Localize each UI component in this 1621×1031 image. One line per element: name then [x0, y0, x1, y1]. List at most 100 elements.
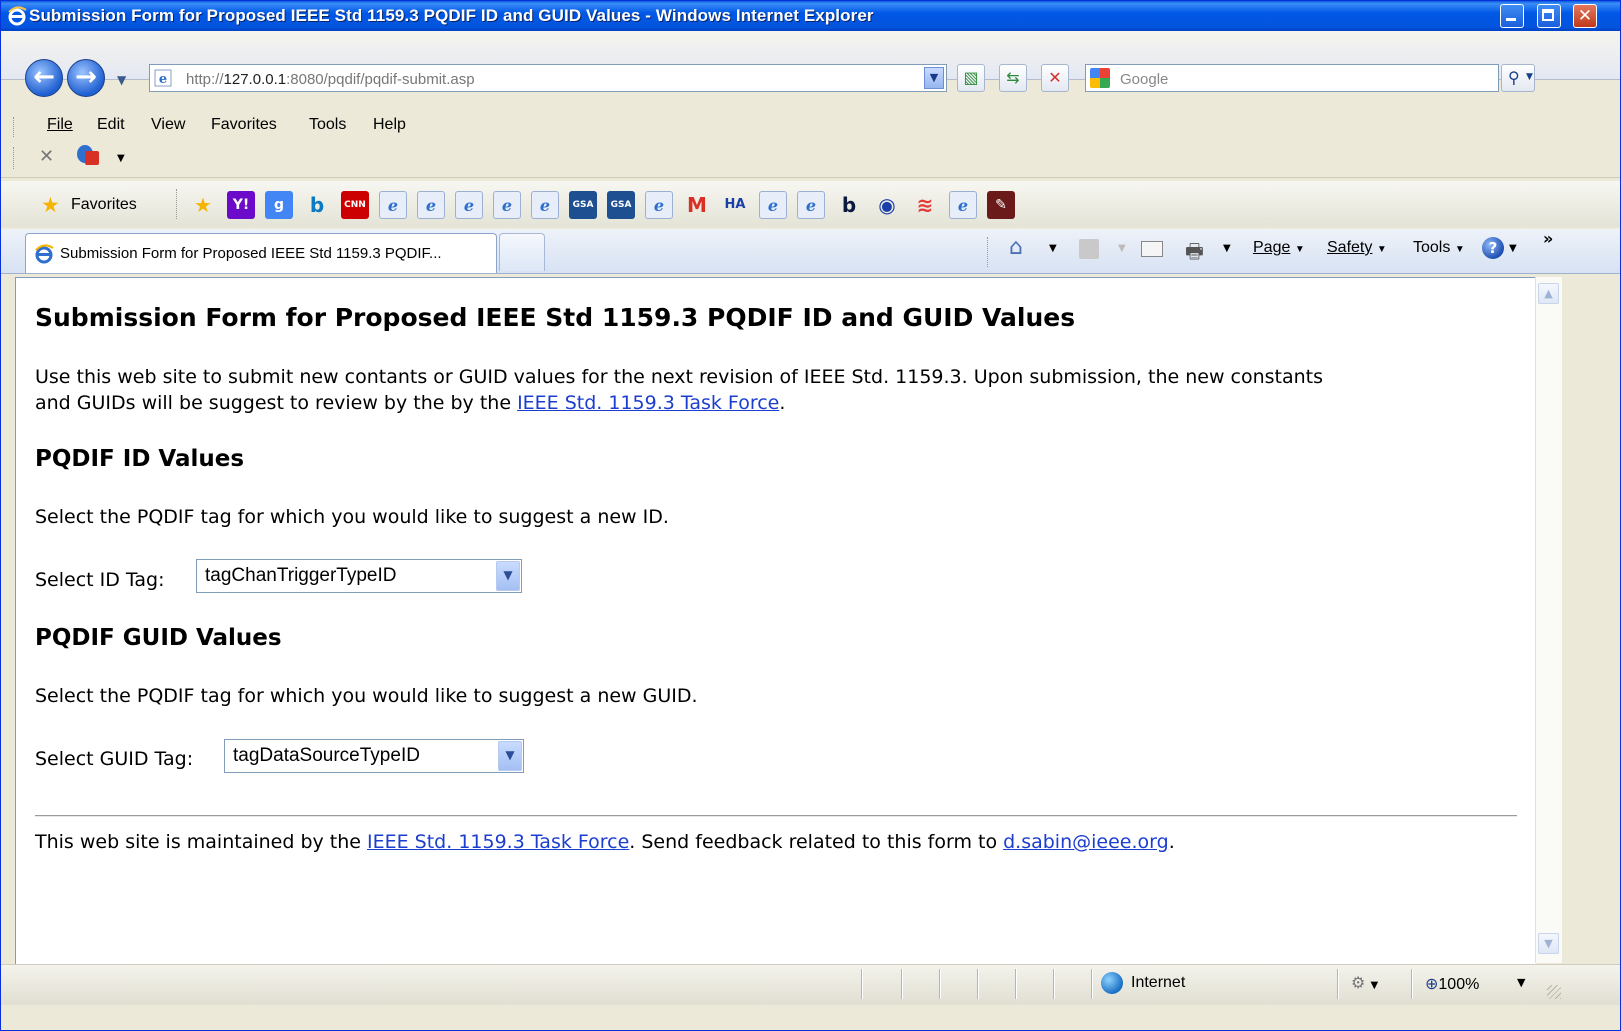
toolbar-grip[interactable]: [987, 237, 988, 267]
browser-window: Submission Form for Proposed IEEE Std 11…: [0, 0, 1621, 1031]
chevron-down-icon[interactable]: ▼: [1517, 976, 1525, 989]
menu-favorites[interactable]: Favorites: [211, 116, 277, 134]
ie-page-icon[interactable]: e: [417, 191, 445, 219]
gmail-icon[interactable]: M: [683, 191, 711, 219]
guid-tag-select[interactable]: tagDataSourceTypeID ▼: [224, 739, 524, 773]
scroll-up-button[interactable]: ▲: [1538, 283, 1559, 304]
print-icon[interactable]: 🖶: [1185, 237, 1204, 271]
chevron-down-icon[interactable]: ▼: [1509, 243, 1517, 254]
home-icon[interactable]: ⌂: [1009, 235, 1023, 260]
recent-pages-dropdown[interactable]: ▼: [117, 73, 126, 87]
close-toolbar-icon[interactable]: ✕: [39, 146, 54, 167]
protected-mode-icon[interactable]: ⚙ ▼: [1351, 973, 1378, 992]
tab-current[interactable]: Submission Form for Proposed IEEE Std 11…: [25, 233, 497, 273]
chevron-down-icon[interactable]: ▼: [496, 561, 520, 591]
id-tag-select[interactable]: tagChanTriggerTypeID ▼: [196, 559, 522, 593]
stop-button[interactable]: ✕: [1041, 64, 1069, 92]
page-menu-label: Page: [1253, 239, 1291, 256]
tools-menu-label: Tools: [1413, 239, 1451, 256]
ha-icon[interactable]: HA: [721, 191, 749, 219]
read-mail-icon[interactable]: [1141, 241, 1163, 257]
ie-page-icon[interactable]: e: [531, 191, 559, 219]
feedback-email-link[interactable]: d.sabin@ieee.org: [1003, 831, 1169, 853]
menu-favorites-label: Favorites: [211, 116, 277, 133]
title-bar[interactable]: Submission Form for Proposed IEEE Std 11…: [1, 1, 1620, 31]
toolbar-overflow-icon[interactable]: »: [1543, 229, 1553, 248]
chevron-down-icon[interactable]: ▼: [498, 741, 522, 771]
signal-icon[interactable]: ≋: [911, 191, 939, 219]
tab-title: Submission Form for Proposed IEEE Std 11…: [60, 245, 442, 262]
chevron-down-icon[interactable]: ▼: [117, 153, 125, 164]
globe-icon[interactable]: ◉: [873, 191, 901, 219]
maximize-icon: [1542, 9, 1554, 21]
menu-edit-label: Edit: [97, 116, 125, 133]
ie-page-icon[interactable]: e: [455, 191, 483, 219]
security-zone[interactable]: Internet: [1131, 974, 1185, 992]
chevron-down-icon[interactable]: ▼: [1223, 243, 1231, 254]
new-tab-button[interactable]: [499, 233, 545, 271]
vertical-scrollbar[interactable]: ▲ ▼: [1535, 277, 1562, 963]
status-separator: [1053, 969, 1055, 999]
refresh-button[interactable]: ⇆: [999, 64, 1027, 92]
ie-logo-icon: [8, 6, 27, 26]
search-box[interactable]: Google: [1085, 64, 1499, 92]
page-menu[interactable]: Page ▼: [1253, 239, 1305, 257]
task-force-link[interactable]: IEEE Std. 1159.3 Task Force: [517, 392, 779, 414]
menu-view[interactable]: View: [151, 116, 185, 134]
footer-text: This web site is maintained by the IEEE …: [35, 829, 1175, 855]
ie-page-icon[interactable]: e: [493, 191, 521, 219]
pdf-convert-icon[interactable]: [75, 143, 101, 167]
minimize-button[interactable]: [1500, 4, 1524, 28]
google-icon: [1090, 68, 1110, 88]
ie-page-icon[interactable]: e: [949, 191, 977, 219]
bookmark-red-icon[interactable]: ✎: [987, 191, 1015, 219]
b-circle-icon[interactable]: b: [835, 191, 863, 219]
add-favorite-icon[interactable]: ★: [189, 191, 217, 219]
favorites-button[interactable]: Favorites: [71, 196, 137, 214]
maximize-button[interactable]: [1537, 4, 1561, 28]
forward-button[interactable]: →: [67, 59, 105, 97]
ie-page-icon[interactable]: e: [645, 191, 673, 219]
help-icon[interactable]: ?: [1482, 237, 1504, 259]
toolbar-grip[interactable]: [13, 117, 17, 137]
yahoo-icon[interactable]: Y!: [227, 191, 255, 219]
address-url[interactable]: http://127.0.0.1:8080/pqdif/pqdif-submit…: [186, 71, 475, 88]
search-button[interactable]: ⚲ ▼: [1501, 64, 1535, 92]
safety-menu[interactable]: Safety ▼: [1327, 239, 1387, 257]
address-bar[interactable]: e http://127.0.0.1:8080/pqdif/pqdif-subm…: [149, 64, 947, 92]
menu-file[interactable]: File: [47, 116, 73, 134]
menu-help[interactable]: Help: [373, 116, 406, 134]
id-select-label: Select ID Tag:: [35, 569, 165, 591]
chevron-down-icon[interactable]: ▼: [1049, 243, 1057, 254]
close-window-button[interactable]: ✕: [1573, 4, 1597, 28]
menu-tools[interactable]: Tools: [309, 116, 346, 134]
compatibility-view-button[interactable]: ▧: [957, 64, 985, 92]
favorites-star-icon[interactable]: ★: [41, 194, 63, 216]
menu-file-label: File: [47, 116, 73, 133]
ie-page-icon[interactable]: e: [379, 191, 407, 219]
feeds-icon[interactable]: [1079, 239, 1099, 259]
addon-toolbar: [1, 139, 1620, 178]
cnn-icon[interactable]: CNN: [341, 191, 369, 219]
bing-icon[interactable]: b: [303, 191, 331, 219]
gsa-icon[interactable]: GSA: [569, 191, 597, 219]
chevron-up-icon: ▲: [1544, 287, 1553, 300]
menu-edit[interactable]: Edit: [97, 116, 125, 134]
google-icon[interactable]: g: [265, 191, 293, 219]
resize-grip[interactable]: [1547, 985, 1561, 999]
ie-page-icon[interactable]: e: [759, 191, 787, 219]
ie-page-icon[interactable]: e: [797, 191, 825, 219]
footer-task-force-link[interactable]: IEEE Std. 1159.3 Task Force: [367, 831, 629, 853]
tools-menu[interactable]: Tools ▼: [1413, 239, 1465, 257]
stop-icon: ✕: [1048, 68, 1062, 87]
intro-line-2: and GUIDs will be suggest to review by t…: [35, 390, 1323, 416]
back-button[interactable]: ←: [25, 59, 63, 97]
toolbar-grip[interactable]: [13, 147, 17, 169]
zoom-level[interactable]: ⊕100%: [1425, 974, 1479, 994]
minimize-icon: [1506, 18, 1516, 21]
toolbar-grip[interactable]: [176, 189, 177, 219]
scroll-down-button[interactable]: ▼: [1538, 933, 1559, 954]
gsa-icon[interactable]: GSA: [607, 191, 635, 219]
arrow-left-icon: ←: [33, 62, 55, 92]
address-dropdown[interactable]: ▼: [924, 67, 944, 89]
